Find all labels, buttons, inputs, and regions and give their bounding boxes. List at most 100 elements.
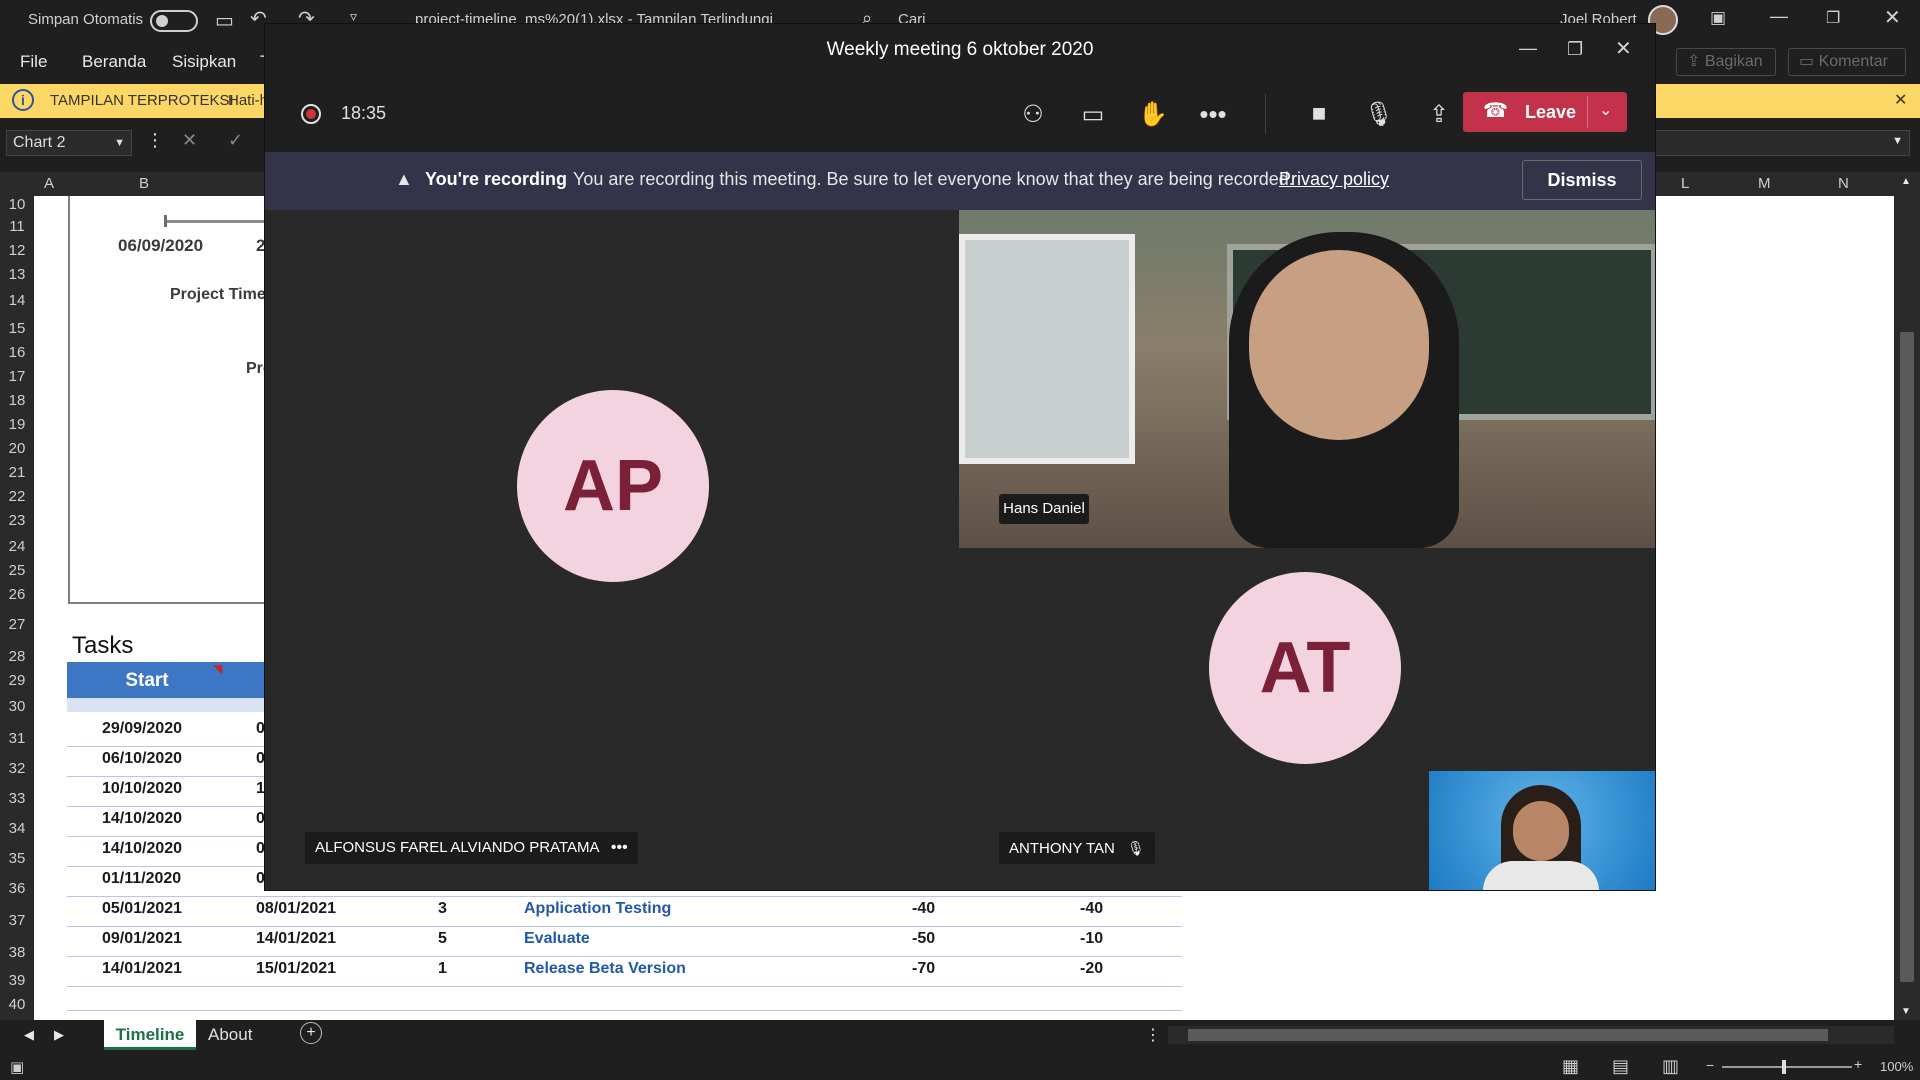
minimize-icon[interactable]: —	[1770, 6, 1788, 27]
task-end-date[interactable]: 08/01/2021	[256, 900, 336, 918]
participant-more-icon[interactable]: •••	[611, 839, 628, 856]
task-end-date[interactable]: 0	[256, 810, 265, 828]
zoom-slider-thumb[interactable]	[1782, 1060, 1786, 1074]
maximize-meeting-icon[interactable]: ❐	[1567, 24, 1583, 74]
privacy-policy-link[interactable]: Privacy policy	[1279, 169, 1389, 190]
row-header[interactable]: 25	[0, 562, 34, 579]
participant-video-hans[interactable]: Hans Daniel	[959, 210, 1655, 548]
row-header[interactable]: 32	[0, 760, 34, 777]
page-layout-icon[interactable]: ▤	[1612, 1056, 1629, 1077]
task-value-2[interactable]: -20	[1080, 960, 1103, 978]
task-start-date[interactable]: 29/09/2020	[102, 720, 182, 738]
row-header[interactable]: 29	[0, 672, 34, 689]
row-header[interactable]: 37	[0, 912, 34, 929]
column-header-n[interactable]: N	[1838, 175, 1849, 192]
menu-file[interactable]: File	[20, 52, 47, 72]
task-value-2[interactable]: -40	[1080, 900, 1103, 918]
formula-input[interactable]: ▼	[1640, 130, 1910, 156]
task-start-date[interactable]: 14/10/2020	[102, 840, 182, 858]
task-end-date[interactable]: 14/01/2021	[256, 930, 336, 948]
row-header[interactable]: 14	[0, 292, 34, 309]
task-start-date[interactable]: 05/01/2021	[102, 900, 182, 918]
camera-icon[interactable]: ■	[1297, 92, 1341, 136]
dismiss-button[interactable]: Dismiss	[1522, 160, 1642, 200]
page-break-icon[interactable]: ▥	[1662, 1056, 1679, 1077]
confirm-entry-icon[interactable]: ✓	[228, 130, 243, 151]
task-value-1[interactable]: -70	[912, 960, 935, 978]
row-header[interactable]: 10	[0, 196, 34, 213]
scroll-thumb[interactable]	[1900, 332, 1914, 982]
zoom-level[interactable]: 100%	[1880, 1059, 1913, 1074]
row-header[interactable]: 18	[0, 392, 34, 409]
task-start-date[interactable]: 01/11/2020	[102, 870, 181, 888]
ribbon-display-icon[interactable]: ▣	[1710, 8, 1726, 28]
task-end-date[interactable]: 0	[256, 750, 265, 768]
scroll-up-icon[interactable]: ▲	[1901, 176, 1911, 187]
task-name[interactable]: Evaluate	[524, 930, 590, 948]
task-value-2[interactable]: -10	[1080, 930, 1103, 948]
horizontal-scrollbar[interactable]	[1168, 1026, 1894, 1044]
sheet-tab-about[interactable]: About	[208, 1025, 252, 1045]
task-value-1[interactable]: -40	[912, 900, 935, 918]
tabs-more-icon[interactable]: ⋮	[1145, 1025, 1161, 1045]
raise-hand-icon[interactable]: ✋	[1131, 92, 1175, 136]
more-actions-icon[interactable]: •••	[1191, 92, 1235, 136]
leave-button[interactable]: ☎ Leave ⌄	[1463, 92, 1627, 132]
row-header[interactable]: 22	[0, 488, 34, 505]
prev-sheet-icon[interactable]: ◀	[24, 1027, 34, 1043]
close-meeting-icon[interactable]: ✕	[1615, 24, 1632, 74]
close-protected-bar-icon[interactable]: ✕	[1894, 90, 1907, 110]
task-start-date[interactable]: 09/01/2021	[102, 930, 182, 948]
row-header[interactable]: 27	[0, 616, 34, 633]
next-sheet-icon[interactable]: ▶	[54, 1027, 64, 1043]
name-box[interactable]: Chart 2 ▼	[6, 130, 132, 156]
row-header[interactable]: 40	[0, 996, 34, 1013]
customize-toolbar-icon[interactable]: ▿	[350, 8, 357, 25]
task-end-date[interactable]: 0	[256, 720, 265, 738]
row-header[interactable]: 21	[0, 464, 34, 481]
sheet-tab-timeline[interactable]: Timeline	[104, 1020, 196, 1050]
autosave-toggle[interactable]	[150, 10, 198, 32]
chat-icon[interactable]: ▭	[1071, 92, 1115, 136]
share-button[interactable]: ⇪ Bagikan	[1676, 48, 1776, 76]
more-icon[interactable]: ⋮	[146, 130, 164, 151]
leave-options-chevron-icon[interactable]: ⌄	[1599, 100, 1612, 120]
row-header[interactable]: 13	[0, 266, 34, 283]
task-end-date[interactable]: 15/01/2021	[256, 960, 336, 978]
minimize-meeting-icon[interactable]: —	[1519, 24, 1537, 72]
task-start-date[interactable]: 10/10/2020	[102, 780, 182, 798]
row-header[interactable]: 30	[0, 698, 34, 715]
row-header[interactable]: 12	[0, 242, 34, 259]
participant-tile-ap[interactable]: AP ALFONSUS FAREL ALVIANDO PRATAMA •••	[265, 210, 959, 890]
task-value-1[interactable]: -50	[912, 930, 935, 948]
share-screen-icon[interactable]: ⇪	[1417, 92, 1461, 136]
row-header[interactable]: 16	[0, 344, 34, 361]
column-header-a[interactable]: A	[44, 175, 54, 192]
column-header-b[interactable]: B	[139, 175, 149, 192]
restore-icon[interactable]: ❐	[1826, 8, 1840, 28]
participants-icon[interactable]: ⚇	[1011, 92, 1055, 136]
close-icon[interactable]: ✕	[1884, 5, 1901, 30]
task-end-date[interactable]: 1	[256, 780, 265, 798]
save-icon[interactable]: ▭	[215, 8, 234, 33]
task-name[interactable]: Release Beta Version	[524, 960, 686, 978]
row-header[interactable]: 39	[0, 972, 34, 989]
comment-button[interactable]: ▭ Komentar	[1788, 48, 1906, 76]
vertical-scrollbar[interactable]: ▲ ▼	[1894, 172, 1920, 1020]
row-header[interactable]: 15	[0, 320, 34, 337]
row-header[interactable]: 20	[0, 440, 34, 457]
horizontal-scroll-thumb[interactable]	[1188, 1029, 1828, 1041]
row-header[interactable]: 38	[0, 944, 34, 961]
column-header-m[interactable]: M	[1758, 175, 1771, 192]
row-header[interactable]: 11	[0, 218, 34, 235]
row-header[interactable]: 28	[0, 648, 34, 665]
task-duration[interactable]: 1	[438, 960, 447, 978]
macro-record-icon[interactable]: ▣	[10, 1058, 24, 1076]
self-view-video[interactable]	[1429, 771, 1655, 890]
task-duration[interactable]: 5	[438, 930, 447, 948]
task-start-date[interactable]: 14/10/2020	[102, 810, 182, 828]
cancel-entry-icon[interactable]: ✕	[182, 130, 197, 151]
row-header[interactable]: 24	[0, 538, 34, 555]
row-header[interactable]: 17	[0, 368, 34, 385]
normal-view-icon[interactable]: ▦	[1562, 1056, 1579, 1077]
